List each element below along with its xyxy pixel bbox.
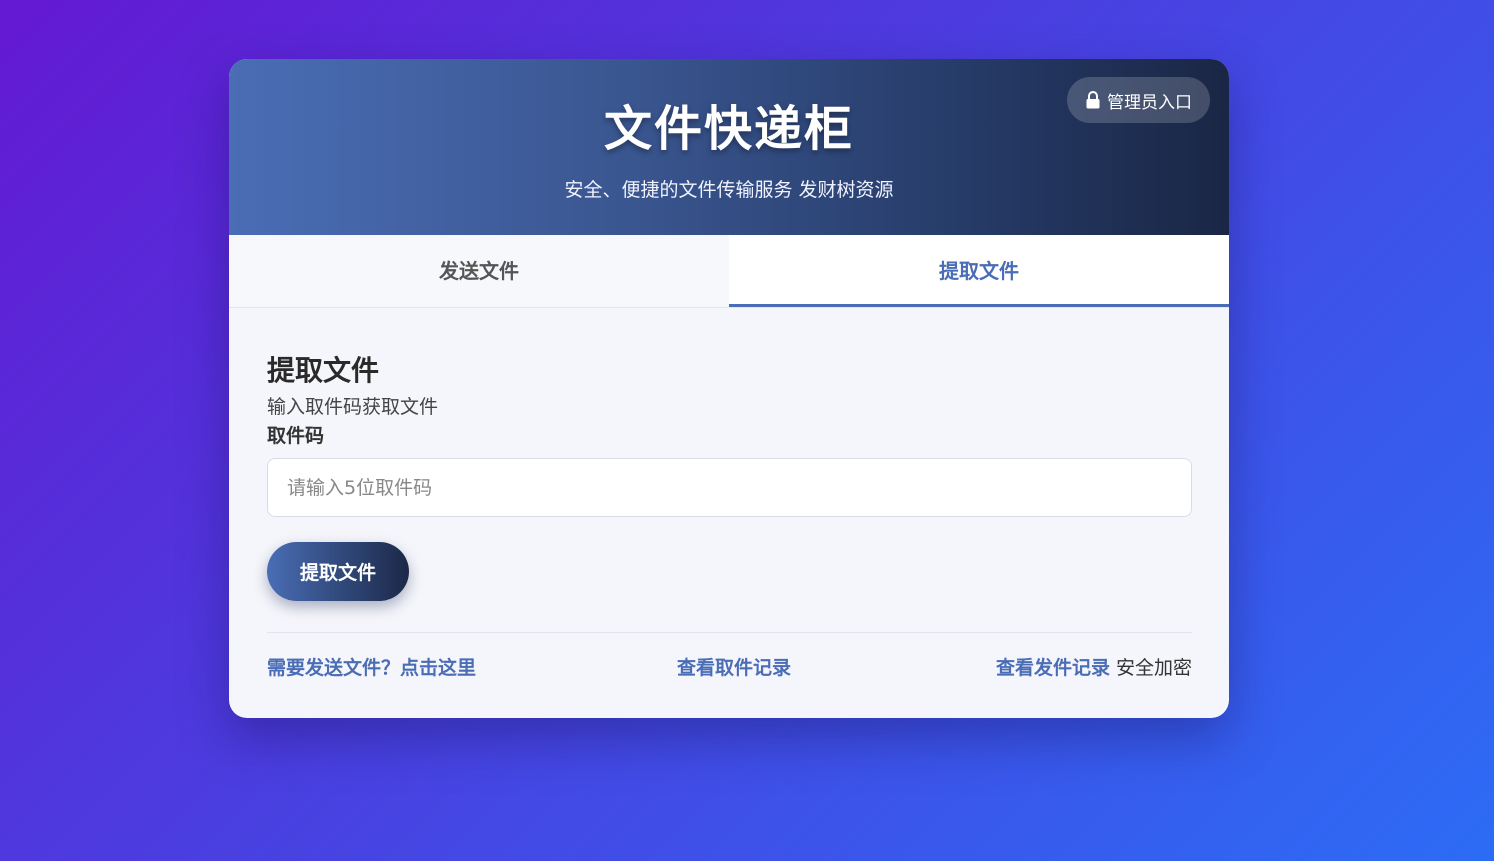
send-file-link[interactable]: 需要发送文件？点击这里 <box>267 654 476 682</box>
pickup-submit-button[interactable]: 提取文件 <box>267 542 409 601</box>
admin-entry-button[interactable]: 管理员入口 <box>1067 77 1210 123</box>
page-subtitle: 安全、便捷的文件传输服务 发财树资源 <box>564 179 894 201</box>
tab-pickup-file[interactable]: 提取文件 <box>729 235 1229 307</box>
pickup-log-link[interactable]: 查看取件记录 <box>677 654 791 682</box>
security-text: 安全加密 <box>1109 657 1192 679</box>
pickup-code-input[interactable] <box>267 458 1192 517</box>
footer-links: 需要发送文件？点击这里 查看取件记录 查看发件记录 安全加密 <box>267 654 1192 682</box>
send-log-link[interactable]: 查看发件记录 <box>996 657 1110 679</box>
pickup-code-label: 取件码 <box>267 425 325 447</box>
admin-entry-label: 管理员入口 <box>1107 92 1192 113</box>
tab-send-file[interactable]: 发送文件 <box>229 235 729 307</box>
header: 文件快递柜 安全、便捷的文件传输服务 发财树资源 管理员入口 <box>229 59 1229 235</box>
section-description: 输入取件码获取文件 <box>267 396 439 418</box>
section-title: 提取文件 <box>267 354 380 387</box>
tab-bar: 发送文件 提取文件 <box>229 235 1229 308</box>
lock-icon <box>1086 91 1100 109</box>
divider <box>267 632 1192 633</box>
main-card: 文件快递柜 安全、便捷的文件传输服务 发财树资源 管理员入口 发送文件 提取文件… <box>229 59 1229 718</box>
footer-right: 查看发件记录 安全加密 <box>996 654 1192 682</box>
